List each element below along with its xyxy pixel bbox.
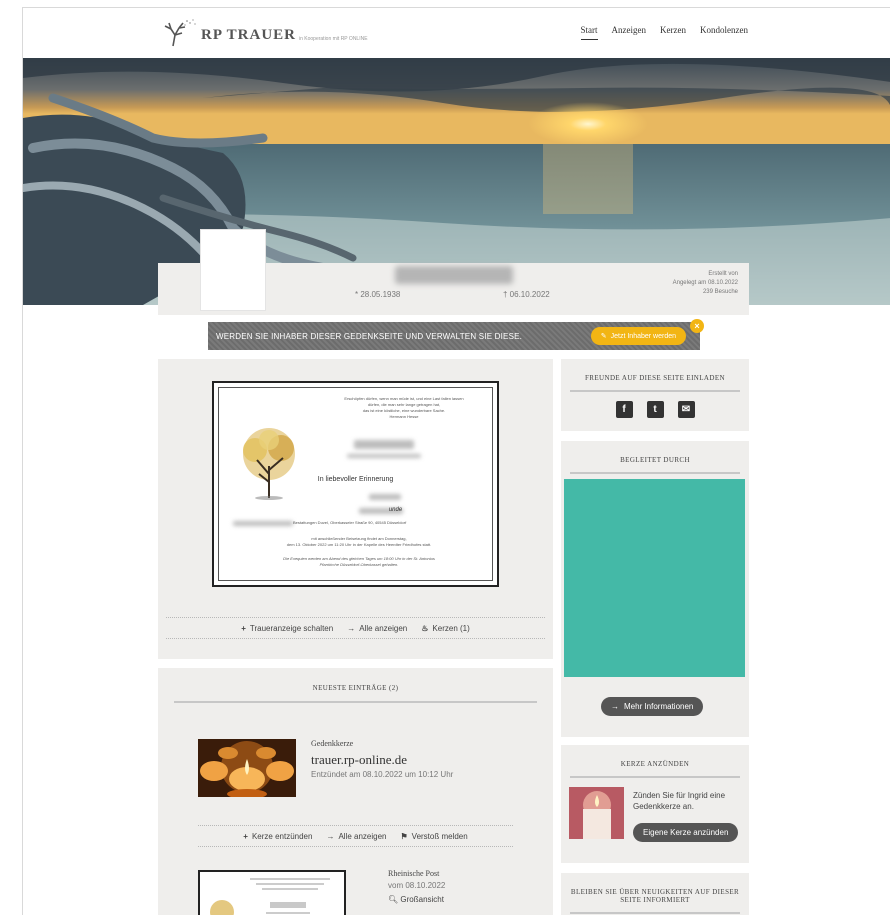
become-owner-label: Jetzt Inhaber werden	[610, 332, 676, 340]
obituary-date: vom 08.10.2022	[388, 881, 446, 890]
newsletter-title: BLEIBEN SIE ÜBER NEUIGKEITEN AUF DIESER …	[570, 888, 740, 914]
close-icon[interactable]: ×	[690, 319, 704, 333]
notice-address: Bestattungen Duvel, Oberkasseler Straße …	[293, 520, 407, 525]
deceased-name-blurred	[395, 266, 513, 284]
share-buttons: f t ✉	[561, 401, 749, 418]
plus-icon: +	[241, 623, 246, 633]
become-owner-button[interactable]: ✎ Jetzt Inhaber werden	[590, 327, 686, 345]
birth-date: * 28.05.1938	[355, 290, 401, 299]
tree-logo-icon	[164, 19, 196, 47]
notice-family-blurred	[369, 494, 401, 500]
obituary-card: Erschöpfen dürfen, wenn man müde ist, un…	[158, 359, 553, 659]
death-date: † 06.10.2022	[503, 290, 550, 299]
notice-name-blurred	[354, 440, 414, 449]
plus-icon: +	[243, 831, 248, 841]
arrow-right-icon: →	[347, 623, 356, 633]
twitter-icon[interactable]: t	[646, 401, 664, 418]
report-violation-link[interactable]: ⚑ Verstoß melden	[401, 832, 468, 841]
place-obituary-link[interactable]: + Traueranzeige schalten	[241, 624, 333, 633]
notice-address-blurred	[233, 521, 293, 526]
fullsize-link[interactable]: 🔍︎ Großansicht	[388, 895, 444, 904]
owner-banner: WERDEN SIE INHABER DIESER GEDENKSEITE UN…	[208, 322, 700, 350]
logo-subtitle: in Kooperation mit RP ONLINE	[299, 36, 368, 42]
candle-entry-image[interactable]	[198, 739, 296, 797]
nav-kondolenzen[interactable]: Kondolenzen	[700, 25, 748, 40]
candle-entry-date: Entzündet am 08.10.2022 um 10:12 Uhr	[311, 770, 454, 779]
light-candle-title: KERZE ANZÜNDEN	[570, 760, 740, 778]
newsletter-card: BLEIBEN SIE ÜBER NEUIGKEITEN AUF DIESER …	[561, 873, 749, 915]
main-nav: Start Anzeigen Kerzen Kondolenzen	[580, 25, 748, 40]
page-frame: RP TRAUER in Kooperation mit RP ONLINE S…	[22, 7, 890, 915]
owner-banner-text: WERDEN SIE INHABER DIESER GEDENKSEITE UN…	[216, 331, 523, 341]
candle-entry-actions: + Kerze entzünden → Alle anzeigen ⚑ Verstoß…	[198, 825, 513, 847]
obituary-notice[interactable]: Erschöpfen dürfen, wenn man müde ist, un…	[212, 381, 499, 587]
accompanied-by-card: BEGLEITET DURCH → Mehr Informationen	[561, 441, 749, 737]
profile-photo	[200, 229, 266, 311]
notice-exequien-2: Pfarrkirche Düsseldorf-Oberkassel gehalt…	[319, 562, 399, 567]
light-candle-link[interactable]: + Kerze entzünden	[243, 832, 312, 841]
show-all-obituaries-link[interactable]: → Alle anzeigen	[347, 624, 407, 633]
created-by: Erstellt von	[708, 271, 738, 277]
page-meta: Erstellt von Angelegt am 08.10.2022 239 …	[673, 270, 738, 297]
created-on: Angelegt am 08.10.2022	[672, 280, 738, 286]
facebook-icon[interactable]: f	[615, 401, 633, 418]
obituary-thumbnail[interactable]	[198, 870, 346, 915]
arrow-right-icon: →	[611, 702, 619, 711]
candles-photo	[198, 739, 296, 797]
light-candle-text: Zünden Sie für Ingrid eine Gedenkkerze a…	[633, 791, 726, 811]
flame-icon: ♨	[421, 623, 429, 633]
notice-title: In liebevoller Erinnerung	[317, 476, 394, 483]
candles-link[interactable]: ♨ Kerzen (1)	[421, 624, 470, 633]
obituary-source: Rheinische Post	[388, 869, 440, 878]
visit-count: 239 Besuche	[702, 289, 738, 295]
tree-icon	[243, 428, 295, 500]
light-own-candle-button[interactable]: Eigene Kerze anzünden	[633, 823, 739, 842]
accompanied-by-title: BEGLEITET DURCH	[570, 456, 740, 474]
show-all-candles-link[interactable]: → Alle anzeigen	[326, 832, 386, 841]
logo-wordmark: RP TRAUER	[201, 27, 296, 43]
funeral-home-banner[interactable]	[564, 479, 745, 677]
invite-friends-card: FREUNDE AUF DIESE SEITE EINLADEN f t ✉	[561, 359, 749, 431]
arrow-right-icon: →	[326, 831, 335, 841]
notice-quote-author: Hermann Hesse	[389, 414, 419, 419]
light-candle-card: KERZE ANZÜNDEN Zünden Sie für Ingrid ein…	[561, 745, 749, 863]
magnifier-icon: 🔍︎	[388, 895, 401, 904]
obituary-actions: + Traueranzeige schalten → Alle anzeigen ♨…	[166, 617, 545, 639]
site-logo[interactable]: RP TRAUER in Kooperation mit RP ONLINE	[157, 17, 368, 47]
nav-anzeigen[interactable]: Anzeigen	[612, 25, 646, 40]
notice-dates-blurred	[347, 454, 421, 458]
invite-friends-title: FREUNDE AUF DIESE SEITE EINLADEN	[570, 374, 740, 392]
newest-entries-title: NEUESTE EINTRÄGE (2)	[174, 684, 537, 703]
more-info-button[interactable]: → Mehr Informationen	[601, 697, 704, 716]
nav-kerzen[interactable]: Kerzen	[660, 25, 686, 40]
candle-photo	[569, 787, 624, 839]
candle-image	[569, 787, 624, 839]
candle-entry-type: Gedenkkerze	[311, 739, 354, 748]
site-header: RP TRAUER in Kooperation mit RP ONLINE S…	[23, 8, 890, 58]
flag-icon: ⚑	[400, 831, 408, 841]
pencil-icon: ✎	[600, 333, 607, 340]
notice-family-suffix: unde	[388, 507, 403, 513]
nav-start[interactable]: Start	[580, 25, 598, 40]
obituary-thumbnail-image	[200, 872, 344, 915]
notice-service-2: dem 13. Oktober 2022 um 11:20 Uhr in der…	[286, 542, 432, 547]
candle-entry-author: trauer.rp-online.de	[311, 752, 408, 767]
mail-icon[interactable]: ✉	[677, 401, 695, 418]
newest-entries-card: NEUESTE EINTRÄGE (2) Gedenkkerze trauer.…	[158, 668, 553, 915]
